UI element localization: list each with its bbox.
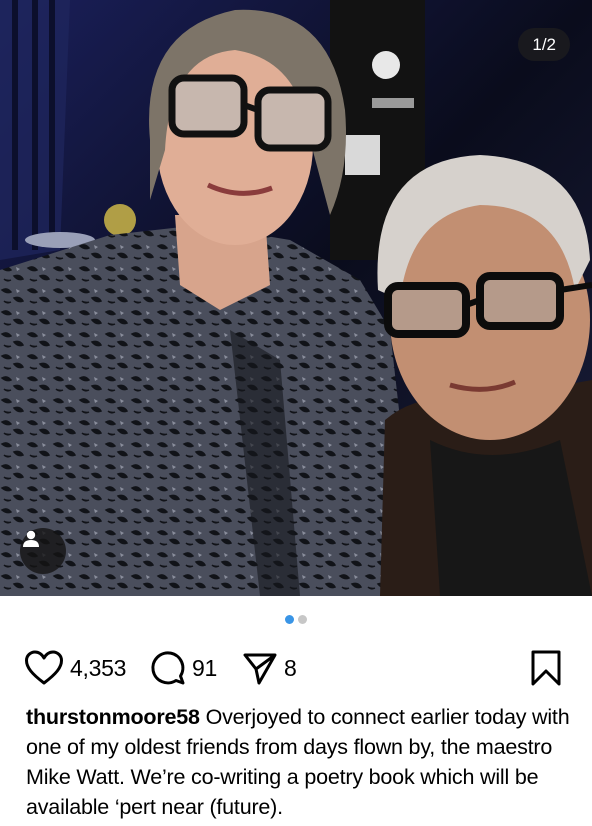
share-count: 8: [284, 654, 297, 681]
comment-bubble-icon[interactable]: [150, 650, 186, 686]
carousel-indicator: [0, 615, 592, 627]
action-bar: 4,353 91 8: [0, 645, 592, 691]
person-icon: [23, 530, 39, 547]
post-caption: thurstonmoore58 Overjoyed to connect ear…: [26, 702, 574, 822]
caption-username[interactable]: thurstonmoore58: [26, 705, 200, 729]
paper-plane-icon[interactable]: [242, 650, 278, 686]
carousel-dot-active: [285, 615, 294, 624]
share-action[interactable]: 8: [242, 645, 297, 691]
comment-action[interactable]: 91: [150, 645, 217, 691]
save-action[interactable]: [530, 645, 562, 691]
carousel-dot: [298, 615, 307, 624]
comment-count: 91: [192, 654, 217, 681]
like-action[interactable]: 4,353: [24, 645, 126, 691]
tagged-people-button[interactable]: [20, 528, 66, 574]
heart-icon[interactable]: [24, 650, 64, 686]
post-photo[interactable]: 1/2: [0, 0, 592, 596]
like-count: 4,353: [70, 654, 127, 681]
photo-illustration: [0, 0, 592, 596]
carousel-page-counter: 1/2: [518, 28, 570, 61]
bookmark-icon[interactable]: [530, 649, 562, 687]
